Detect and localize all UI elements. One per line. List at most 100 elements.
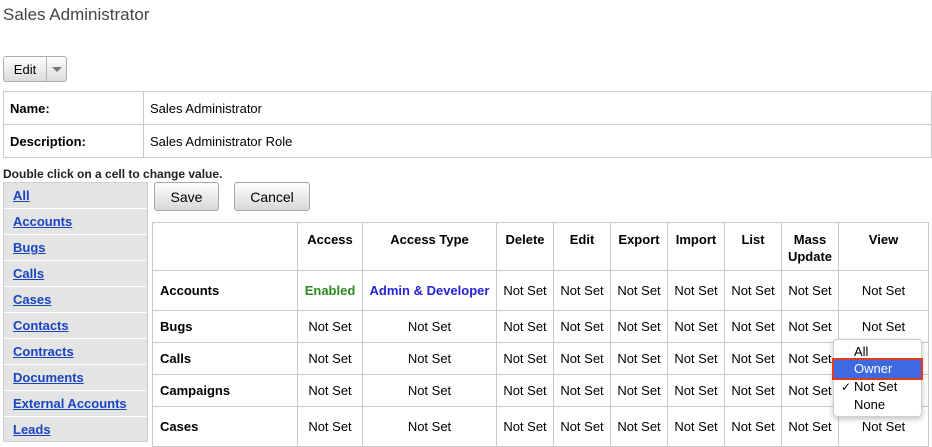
column-header-export: Export xyxy=(610,222,668,271)
access-level-dropdown[interactable]: All Owner ✓ Not Set None xyxy=(832,339,923,417)
acl-cell[interactable]: Not Set xyxy=(667,374,725,407)
acl-cell[interactable]: Not Set xyxy=(496,342,554,375)
acl-cell[interactable]: Not Set xyxy=(362,406,497,447)
acl-cell[interactable]: Not Set xyxy=(781,342,839,375)
acl-cell[interactable]: Not Set xyxy=(610,270,668,311)
acl-cell[interactable]: Not Set xyxy=(838,310,929,343)
acl-cell[interactable]: Not Set xyxy=(610,374,668,407)
acl-cell[interactable]: Not Set xyxy=(781,270,839,311)
dropdown-option-label: Owner xyxy=(854,361,893,376)
name-label: Name: xyxy=(3,91,144,125)
sidebar-item-leads[interactable]: Leads xyxy=(4,417,147,441)
dropdown-option-owner[interactable]: Owner xyxy=(832,358,923,380)
edit-dropdown-toggle[interactable] xyxy=(46,57,66,81)
dropdown-option-label: All xyxy=(854,344,869,359)
sidebar-item-bugs[interactable]: Bugs xyxy=(4,235,147,261)
acl-cell[interactable]: Not Set xyxy=(781,310,839,343)
table-row: Campaigns Not Set Not Set Not Set Not Se… xyxy=(152,374,929,407)
column-header-access-type: Access Type xyxy=(362,222,497,271)
acl-cell[interactable]: Not Set xyxy=(496,406,554,447)
acl-cell[interactable]: Not Set xyxy=(297,310,363,343)
acl-cell[interactable]: Not Set xyxy=(362,374,497,407)
acl-cell[interactable]: Not Set xyxy=(496,270,554,311)
save-button[interactable]: Save xyxy=(154,182,219,211)
description-row: Description: Sales Administrator Role xyxy=(3,124,932,158)
acl-cell[interactable]: Not Set xyxy=(610,342,668,375)
acl-cell[interactable]: Not Set xyxy=(496,310,554,343)
column-header-view: View xyxy=(838,222,929,271)
acl-cell[interactable]: Not Set xyxy=(724,406,782,447)
row-module-name: Cases xyxy=(152,406,298,447)
acl-cell[interactable]: Admin & Developer xyxy=(362,270,497,311)
acl-cell[interactable]: Not Set xyxy=(553,374,611,407)
edit-hint: Double click on a cell to change value. xyxy=(3,167,223,181)
dropdown-option-label: None xyxy=(854,397,886,412)
sidebar-item-calls[interactable]: Calls xyxy=(4,261,147,287)
dropdown-option-label: Not Set xyxy=(854,379,898,394)
acl-cell[interactable]: Not Set xyxy=(297,406,363,447)
edit-button[interactable]: Edit xyxy=(3,56,67,82)
table-row: Bugs Not Set Not Set Not Set Not Set Not… xyxy=(152,310,929,343)
acl-cell[interactable]: Not Set xyxy=(667,342,725,375)
description-label: Description: xyxy=(3,124,144,158)
dropdown-option-not-set[interactable]: ✓ Not Set xyxy=(834,378,921,396)
acl-cell[interactable]: Not Set xyxy=(610,406,668,447)
sidebar-item-all[interactable]: All xyxy=(4,183,147,209)
column-header xyxy=(152,222,298,271)
row-module-name: Accounts xyxy=(152,270,298,311)
acl-cell[interactable]: Not Set xyxy=(724,270,782,311)
name-value: Sales Administrator xyxy=(143,91,932,125)
acl-cell[interactable]: Not Set xyxy=(362,342,497,375)
sidebar-item-contracts[interactable]: Contracts xyxy=(4,339,147,365)
row-module-name: Campaigns xyxy=(152,374,298,407)
acl-cell[interactable]: Not Set xyxy=(553,342,611,375)
acl-cell[interactable]: Not Set xyxy=(496,374,554,407)
sidebar-item-cases[interactable]: Cases xyxy=(4,287,147,313)
row-module-name: Bugs xyxy=(152,310,298,343)
sidebar-item-external-accounts[interactable]: External Accounts xyxy=(4,391,147,417)
acl-cell[interactable]: Not Set xyxy=(297,374,363,407)
acl-cell[interactable]: Not Set xyxy=(667,270,725,311)
acl-cell[interactable]: Not Set xyxy=(781,406,839,447)
acl-cell[interactable]: Not Set xyxy=(781,374,839,407)
acl-cell[interactable]: Not Set xyxy=(297,342,363,375)
column-header-import: Import xyxy=(667,222,725,271)
table-row: Accounts Enabled Admin & Developer Not S… xyxy=(152,270,929,311)
cancel-button[interactable]: Cancel xyxy=(234,182,310,211)
dropdown-option-all[interactable]: All xyxy=(834,343,921,361)
acl-cell[interactable]: Not Set xyxy=(838,270,929,311)
sidebar-item-contacts[interactable]: Contacts xyxy=(4,313,147,339)
sidebar-item-documents[interactable]: Documents xyxy=(4,365,147,391)
acl-cell[interactable]: Enabled xyxy=(297,270,363,311)
chevron-down-icon xyxy=(51,66,62,72)
dropdown-option-none[interactable]: None xyxy=(834,396,921,414)
page-title: Sales Administrator xyxy=(3,5,150,24)
checkmark-icon: ✓ xyxy=(841,380,852,394)
edit-button-label[interactable]: Edit xyxy=(4,57,46,81)
column-header-list: List xyxy=(724,222,782,271)
module-sidebar: All Accounts Bugs Calls Cases Contacts C… xyxy=(3,182,148,442)
acl-cell[interactable]: Not Set xyxy=(667,310,725,343)
acl-cell[interactable]: Not Set xyxy=(553,406,611,447)
column-header-delete: Delete xyxy=(496,222,554,271)
acl-cell[interactable]: Not Set xyxy=(724,374,782,407)
sidebar-item-accounts[interactable]: Accounts xyxy=(4,209,147,235)
acl-cell[interactable]: Not Set xyxy=(667,406,725,447)
acl-cell[interactable]: Not Set xyxy=(362,310,497,343)
acl-cell[interactable]: Not Set xyxy=(724,310,782,343)
acl-cell[interactable]: Not Set xyxy=(610,310,668,343)
acl-cell[interactable]: Not Set xyxy=(724,342,782,375)
acl-cell[interactable]: Not Set xyxy=(553,270,611,311)
table-row: Calls Not Set Not Set Not Set Not Set No… xyxy=(152,342,929,375)
role-details-table: Name: Sales Administrator Description: S… xyxy=(3,91,932,158)
column-header-edit: Edit xyxy=(553,222,611,271)
column-header-access: Access xyxy=(297,222,363,271)
row-module-name: Calls xyxy=(152,342,298,375)
table-row: Cases Not Set Not Set Not Set Not Set No… xyxy=(152,406,929,447)
description-value: Sales Administrator Role xyxy=(143,124,932,158)
acl-grid: Access Access Type Delete Edit Export Im… xyxy=(152,222,929,447)
acl-cell[interactable]: Not Set xyxy=(553,310,611,343)
grid-header-row: Access Access Type Delete Edit Export Im… xyxy=(152,222,929,271)
name-row: Name: Sales Administrator xyxy=(3,91,932,125)
column-header-mass-update: Mass Update xyxy=(781,222,839,271)
